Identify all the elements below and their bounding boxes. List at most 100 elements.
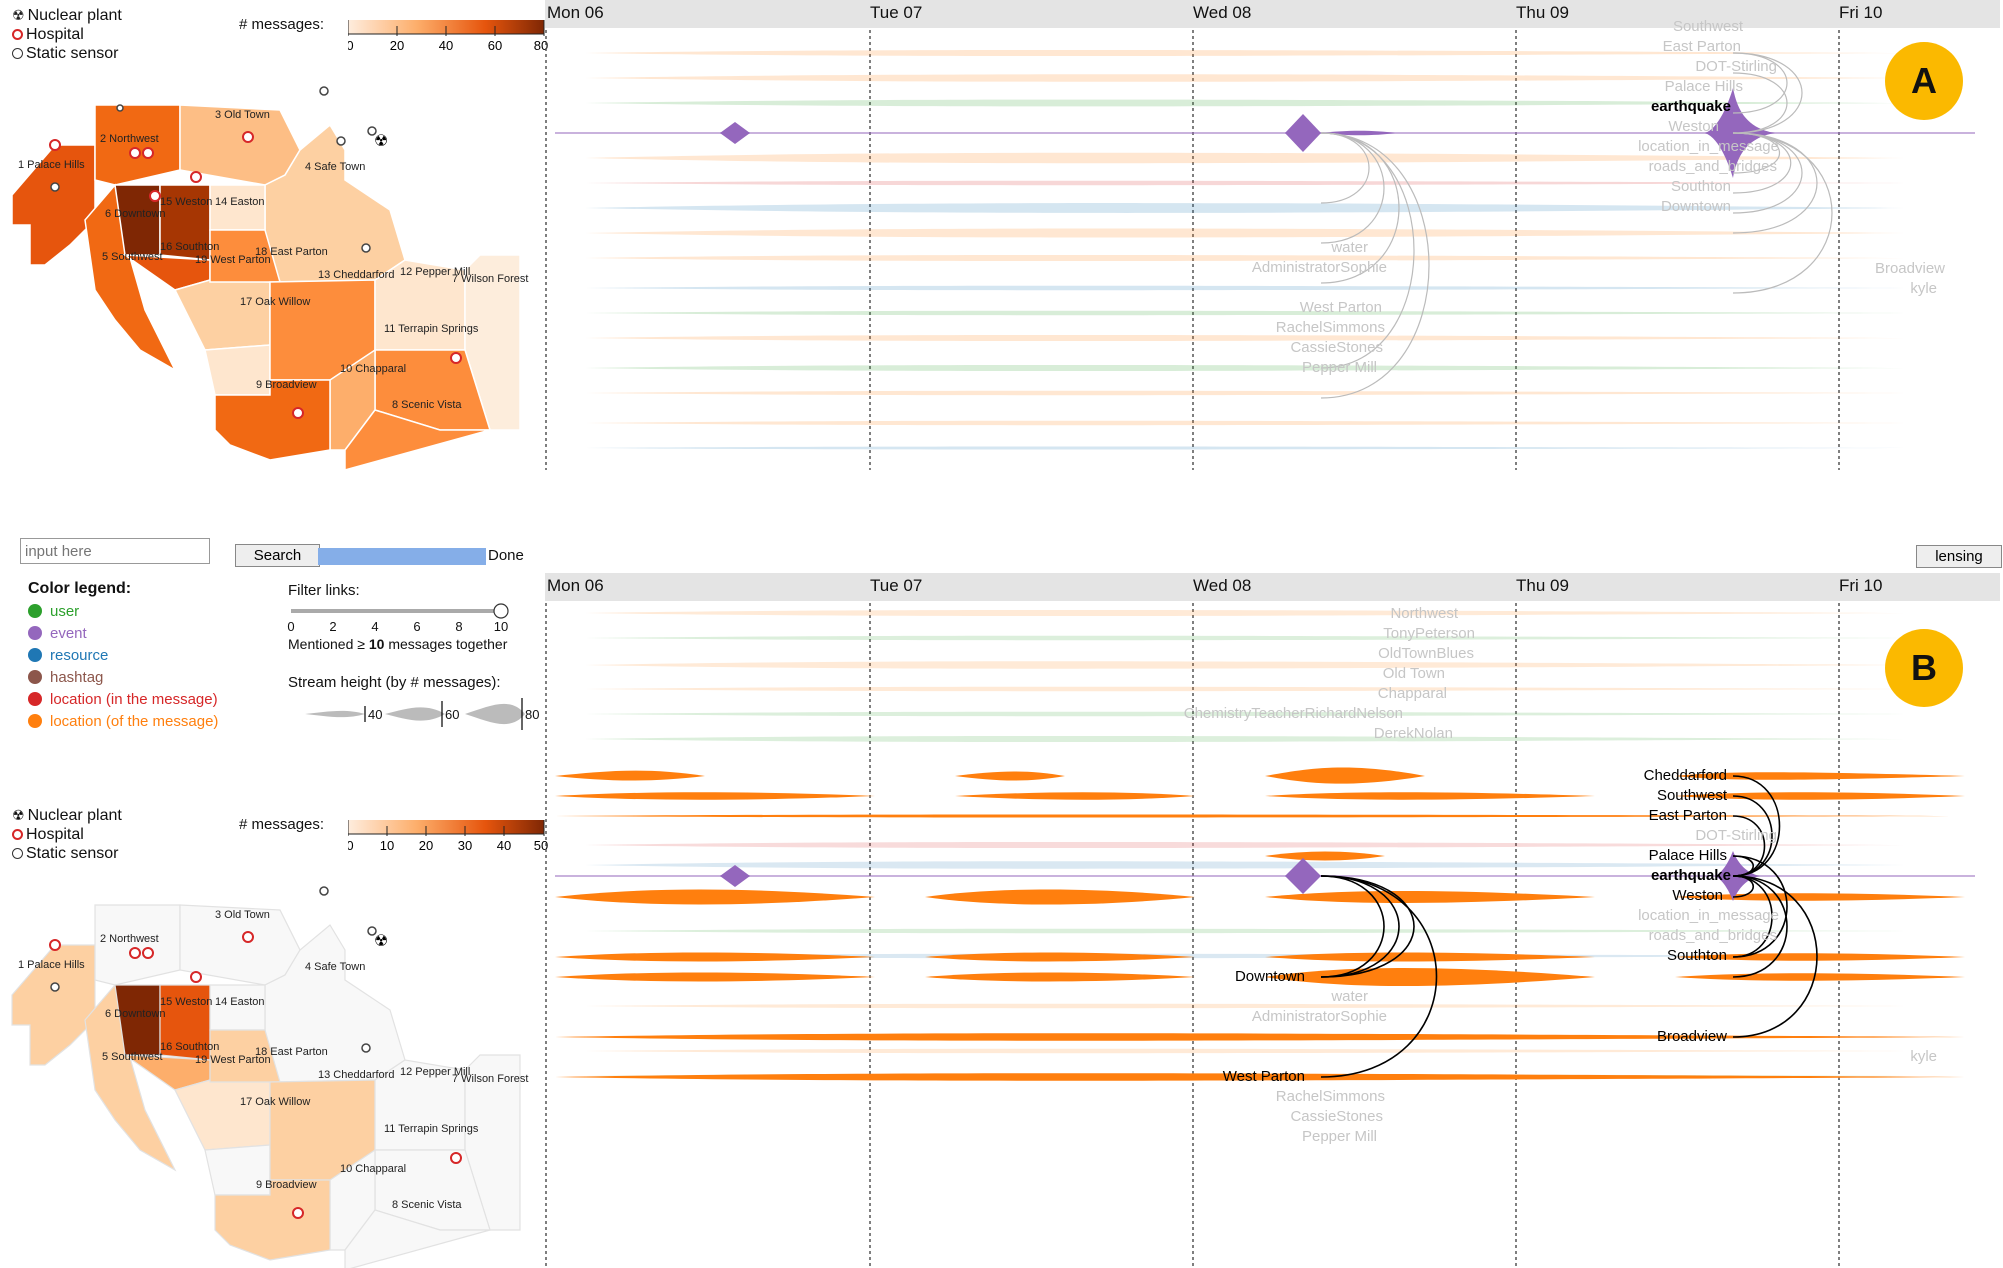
legend-item-resource[interactable]: resource	[28, 644, 218, 666]
height-tick: 60	[445, 707, 459, 722]
hospital-icon	[292, 1207, 304, 1219]
color-legend: Color legend: user event resource hashta…	[28, 580, 218, 732]
stream-label[interactable]: water	[1331, 988, 1368, 1005]
filter-slider[interactable]: 0 2 4 6 8 10	[285, 600, 530, 636]
stream-label[interactable]: Chapparal	[1378, 685, 1447, 702]
stream-label[interactable]: East Parton	[1649, 807, 1727, 824]
choropleth-map-bottom[interactable]: 1 Palace Hills 2 Northwest 3 Old Town 4 …	[0, 850, 548, 1268]
region-label: 13 Cheddarford	[318, 1069, 394, 1081]
stream-label[interactable]: West Parton	[1300, 299, 1382, 316]
region-northwest	[94, 104, 181, 186]
region-label: 3 Old Town	[215, 909, 270, 921]
stream-label[interactable]: Weston	[1668, 118, 1719, 135]
stream-label[interactable]: CassieStones	[1290, 1108, 1383, 1125]
stream-label[interactable]: DOT-Stirling	[1695, 58, 1777, 75]
region-label: 6 Downtown	[105, 208, 166, 220]
progress-bar	[318, 548, 486, 565]
colorbar-title: # messages:	[239, 16, 325, 33]
stream-label[interactable]: kyle	[1910, 1048, 1937, 1065]
filter-tick: 10	[494, 619, 508, 634]
timeline-panel-a[interactable]: Mon 06 Tue 07 Wed 08 Thu 09 Fri 10 South…	[545, 0, 2000, 470]
stream-label[interactable]: Old Town	[1383, 665, 1445, 682]
stream-graph-a[interactable]	[545, 28, 2000, 470]
stream-label[interactable]: location_in_message	[1638, 907, 1779, 924]
stream-label[interactable]: TonyPeterson	[1383, 625, 1475, 642]
stream-label[interactable]: Downtown	[1661, 198, 1731, 215]
stream-label[interactable]: West Parton	[1223, 1068, 1305, 1085]
stream-label-earthquake[interactable]: earthquake	[1651, 98, 1731, 115]
stream-label[interactable]: Broadview	[1657, 1028, 1727, 1045]
height-tick: 80	[525, 707, 539, 722]
region-label: 5 Southwest	[102, 251, 163, 263]
stream-label[interactable]: Weston	[1672, 887, 1723, 904]
region-label: 11 Terrapin Springs	[384, 1123, 479, 1135]
legend-dot	[28, 604, 42, 618]
legend-nuclear: ☢ Nuclear plant	[12, 7, 122, 24]
legend-item-location-in[interactable]: location (in the message)	[28, 688, 218, 710]
legend-item-location-of[interactable]: location (of the message)	[28, 710, 218, 732]
region-label: 15 Weston	[160, 196, 212, 208]
stream-label[interactable]: OldTownBlues	[1378, 645, 1474, 662]
legend-hospital: Hospital	[12, 25, 84, 44]
legend-item-event[interactable]: event	[28, 622, 218, 644]
timeline-header	[545, 573, 2000, 601]
event-glyph	[720, 865, 750, 887]
stream-label[interactable]: CassieStones	[1290, 339, 1383, 356]
colorbar-title: # messages:	[239, 816, 325, 833]
stream-label[interactable]: Palace Hills	[1665, 78, 1743, 95]
region-label: 11 Terrapin Springs	[384, 323, 479, 335]
hospital-icon	[12, 829, 23, 840]
stream-label[interactable]: Cheddarford	[1644, 767, 1727, 784]
stream-label[interactable]: ChemistryTeacherRichardNelson	[1184, 705, 1403, 722]
hospital-icon	[190, 971, 202, 983]
stream-label[interactable]: RachelSimmons	[1276, 1088, 1385, 1105]
stream-label[interactable]: Southwest	[1657, 787, 1727, 804]
map-panel-bottom: ☢ Nuclear plant Hospital Static sensor #…	[0, 800, 548, 1268]
stream-label[interactable]: Southwest	[1673, 18, 1743, 35]
stream-label-earthquake[interactable]: earthquake	[1651, 867, 1731, 884]
stream-label[interactable]: Palace Hills	[1649, 847, 1727, 864]
timeline-panel-b[interactable]: Mon 06 Tue 07 Wed 08 Thu 09 Fri 10 North…	[545, 573, 2000, 1268]
stream-label[interactable]: RachelSimmons	[1276, 319, 1385, 336]
choropleth-map-top[interactable]: 1 Palace Hills 2 Northwest 3 Old Town 4 …	[0, 50, 548, 470]
hospital-icon	[450, 1152, 462, 1164]
stream-label[interactable]: DerekNolan	[1374, 725, 1453, 742]
stream-label[interactable]: Pepper Mill	[1302, 1128, 1377, 1145]
stream-label[interactable]: kyle	[1910, 280, 1937, 297]
day-label: Mon 06	[547, 576, 604, 595]
stream-label[interactable]: location_in_message	[1638, 138, 1779, 155]
stream-label[interactable]: DOT-Stirling	[1695, 827, 1777, 844]
sensor-icon	[319, 886, 329, 896]
region-label: 15 Weston	[160, 996, 212, 1008]
hospital-icon	[190, 171, 202, 183]
region-label: 4 Safe Town	[305, 161, 365, 173]
filter-label: Filter links:	[288, 582, 360, 599]
lensing-button[interactable]: lensing	[1916, 545, 2002, 568]
region-label: 10 Chapparal	[340, 1163, 406, 1175]
stream-label[interactable]: Broadview	[1875, 260, 1945, 277]
stream-label[interactable]: AdministratorSophie	[1252, 259, 1387, 276]
region-label: 1 Palace Hills	[18, 959, 85, 971]
stream-label[interactable]: roads_and_bridges	[1649, 158, 1777, 175]
search-input[interactable]	[20, 538, 210, 564]
timeline-header	[545, 0, 2000, 28]
stream-label[interactable]: Northwest	[1390, 605, 1458, 622]
legend-nuclear: ☢ Nuclear plant	[12, 807, 122, 824]
stream-label[interactable]: Southton	[1671, 178, 1731, 195]
region-label: 6 Downtown	[105, 1008, 166, 1020]
stream-label[interactable]: water	[1331, 239, 1368, 256]
radiation-icon: ☢	[12, 7, 25, 23]
stream-label[interactable]: Southton	[1667, 947, 1727, 964]
stream-label[interactable]: East Parton	[1663, 38, 1741, 55]
legend-item-user[interactable]: user	[28, 600, 218, 622]
day-label: Fri 10	[1839, 3, 1883, 22]
stream-label[interactable]: Downtown	[1235, 968, 1305, 985]
search-button[interactable]: Search	[235, 544, 320, 567]
stream-graph-b[interactable]	[545, 601, 2000, 1268]
hospital-icon	[12, 29, 23, 40]
legend-item-hashtag[interactable]: hashtag	[28, 666, 218, 688]
stream-label[interactable]: Pepper Mill	[1302, 359, 1377, 376]
stream-label[interactable]: AdministratorSophie	[1252, 1008, 1387, 1025]
stream-label[interactable]: roads_and_bridges	[1649, 927, 1777, 944]
region-label: 2 Northwest	[100, 933, 159, 945]
